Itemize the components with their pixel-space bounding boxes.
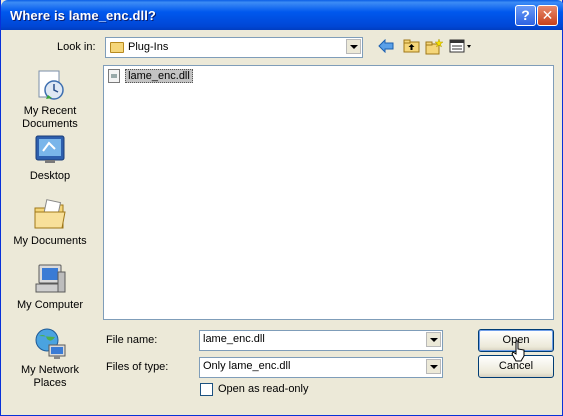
dll-file-icon <box>108 69 120 83</box>
help-button[interactable]: ? <box>515 5 536 26</box>
up-folder-icon[interactable] <box>402 39 420 57</box>
look-in-label: Look in: <box>57 41 96 53</box>
my-computer-icon <box>33 262 67 296</box>
read-only-label: Open as read-only <box>218 383 309 395</box>
chevron-down-icon[interactable] <box>426 332 441 347</box>
title-bar[interactable]: Where is lame_enc.dll? ? ✕ <box>1 0 563 30</box>
place-label: Desktop <box>29 170 71 182</box>
chevron-down-icon[interactable] <box>426 359 441 374</box>
files-of-type-dropdown[interactable]: Only lame_enc.dll <box>199 357 443 378</box>
file-list[interactable]: lame_enc.dll <box>103 65 554 320</box>
place-my-computer[interactable]: My Computer <box>5 262 95 312</box>
recent-documents-icon <box>33 68 67 102</box>
place-my-recent-documents[interactable]: My Recent Documents <box>5 68 95 131</box>
file-name-field[interactable]: lame_enc.dll <box>199 330 443 351</box>
place-label: My Network Places <box>20 364 80 389</box>
desktop-icon <box>33 133 67 167</box>
network-places-icon <box>33 327 67 361</box>
place-my-network-places[interactable]: My Network Places <box>5 327 95 390</box>
files-of-type-label: Files of type: <box>106 361 169 373</box>
look-in-dropdown[interactable]: Plug-Ins <box>105 37 363 58</box>
close-button[interactable]: ✕ <box>537 5 558 26</box>
file-name: lame_enc.dll <box>125 69 193 83</box>
read-only-checkbox[interactable] <box>200 383 213 396</box>
chevron-down-icon[interactable] <box>346 39 361 54</box>
file-open-dialog: Where is lame_enc.dll? ? ✕ Look in: Plug… <box>0 0 563 416</box>
my-documents-icon <box>33 198 67 232</box>
place-my-documents[interactable]: My Documents <box>5 198 95 248</box>
places-bar: My Recent Documents Desktop My Documents… <box>1 64 99 394</box>
look-in-value: Plug-Ins <box>128 41 169 53</box>
file-name-label: File name: <box>106 334 158 346</box>
new-folder-icon[interactable] <box>425 38 444 57</box>
window-title: Where is lame_enc.dll? <box>10 8 156 23</box>
list-item[interactable]: lame_enc.dll <box>108 69 193 86</box>
place-label: My Computer <box>16 299 84 311</box>
mouse-cursor-icon <box>511 340 527 365</box>
place-desktop[interactable]: Desktop <box>5 133 95 183</box>
folder-icon <box>110 42 124 53</box>
files-of-type-value: Only lame_enc.dll <box>203 360 291 372</box>
place-label: My Recent Documents <box>22 105 78 130</box>
file-name-value: lame_enc.dll <box>203 333 265 345</box>
back-arrow-icon[interactable] <box>377 38 395 57</box>
view-menu-icon[interactable] <box>448 39 474 57</box>
place-label: My Documents <box>13 235 87 247</box>
